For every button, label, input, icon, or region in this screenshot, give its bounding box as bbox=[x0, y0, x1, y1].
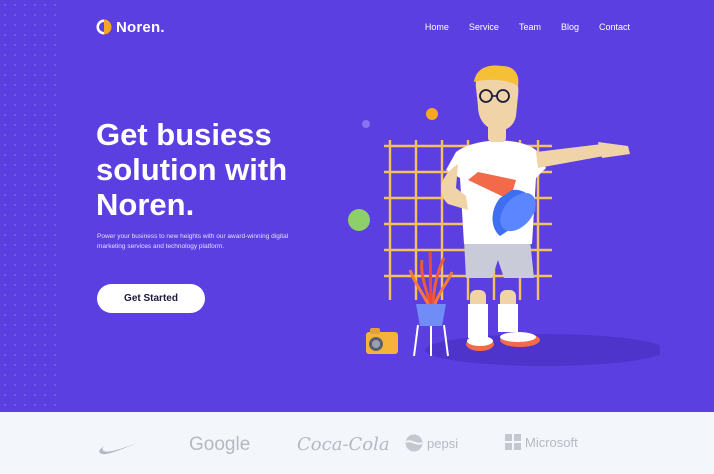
nav-item-blog[interactable]: Blog bbox=[561, 22, 579, 32]
character-figure bbox=[441, 65, 630, 351]
microsoft-logo: Microsoft bbox=[505, 434, 578, 450]
microsoft-logo-text: Microsoft bbox=[525, 434, 578, 450]
logo-icon bbox=[96, 19, 112, 35]
hero-section: Noren. Home Service Team Blog Contact Ge… bbox=[0, 0, 714, 412]
microsoft-windows-icon bbox=[505, 434, 521, 450]
google-logo: Google bbox=[189, 434, 250, 456]
brand-name: Noren. bbox=[116, 18, 165, 36]
hero-headline: Get busiess solution with Noren. bbox=[96, 117, 356, 222]
partner-logos-bar: Google Coca-Cola pepsi Microsoft bbox=[0, 412, 714, 474]
nav-item-service[interactable]: Service bbox=[469, 22, 499, 32]
nike-swoosh-icon bbox=[99, 442, 140, 455]
purple-ball bbox=[362, 120, 370, 128]
dot-pattern bbox=[0, 0, 60, 412]
orange-ball bbox=[426, 108, 438, 120]
hero-illustration bbox=[348, 65, 660, 366]
headline-line-2: solution with bbox=[96, 152, 288, 187]
google-logo-text: Google bbox=[189, 434, 251, 455]
hero-subtext: Power your business to new heights with … bbox=[97, 233, 289, 250]
main-menu: Home Service Team Blog Contact bbox=[425, 22, 630, 32]
pepsi-logo: pepsi bbox=[405, 434, 458, 452]
nav-item-contact[interactable]: Contact bbox=[599, 22, 630, 32]
get-started-button[interactable]: Get Started bbox=[97, 284, 205, 313]
pepsi-logo-text: pepsi bbox=[427, 435, 459, 451]
camera-prop bbox=[366, 328, 398, 354]
nav-item-team[interactable]: Team bbox=[519, 22, 541, 32]
nike-logo bbox=[98, 440, 142, 456]
pepsi-globe-icon bbox=[405, 434, 423, 452]
headline-line-1: Get busiess bbox=[96, 117, 272, 152]
coca-cola-logo-text: Coca-Cola bbox=[297, 434, 390, 455]
coca-cola-logo: Coca-Cola bbox=[297, 434, 390, 455]
nav-item-home[interactable]: Home bbox=[425, 22, 449, 32]
brand-logo[interactable]: Noren. bbox=[96, 19, 165, 36]
top-navbar: Noren. Home Service Team Blog Contact bbox=[96, 14, 630, 40]
headline-line-3: Noren. bbox=[96, 187, 195, 222]
green-ball bbox=[348, 209, 370, 231]
